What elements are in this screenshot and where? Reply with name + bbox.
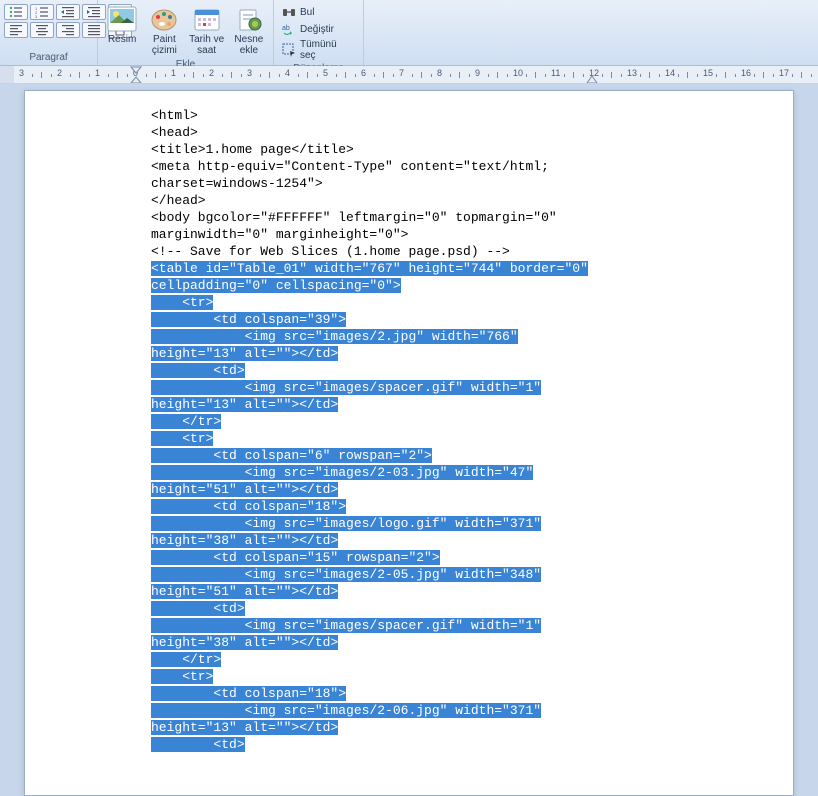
insert-object-button[interactable]: Nesne ekle [229, 2, 269, 58]
insert-object-label: Nesne ekle [229, 34, 269, 56]
page: <html><head><title>1.home page</title><m… [24, 90, 794, 796]
ribbon-group-edit: Bul ab Değiştir Tümünü seç Düzenleme [274, 0, 364, 65]
insert-picture-label: Resim [108, 34, 136, 45]
find-label: Bul [300, 7, 314, 18]
select-all-label: Tümünü seç [300, 39, 355, 61]
outdent-button[interactable] [56, 4, 80, 20]
align-left-button[interactable] [4, 22, 28, 38]
horizontal-ruler[interactable]: 32101234567891011121314151617 [0, 66, 818, 84]
find-button[interactable]: Bul [280, 4, 357, 20]
paint-drawing-label: Paint çizimi [144, 34, 184, 56]
replace-button[interactable]: ab Değiştir [280, 21, 357, 37]
binoculars-icon [282, 5, 296, 19]
document-text[interactable]: <html><head><title>1.home page</title><m… [25, 107, 793, 753]
svg-text:ab: ab [282, 25, 290, 32]
bullets-button[interactable] [4, 4, 28, 20]
picture-icon [106, 4, 138, 34]
insert-picture-button[interactable]: Resim [102, 2, 142, 47]
select-all-icon [282, 43, 296, 57]
paint-drawing-button[interactable]: Paint çizimi [144, 2, 184, 58]
replace-icon: ab [282, 22, 296, 36]
ribbon: 123 [0, 0, 818, 66]
ribbon-group-paragraph: 123 [0, 0, 98, 65]
align-center-button[interactable] [30, 22, 54, 38]
palette-icon [148, 4, 180, 34]
datetime-label: Tarih ve saat [187, 34, 227, 56]
numbering-button[interactable]: 123 [30, 4, 54, 20]
svg-text:3: 3 [35, 14, 38, 18]
group-label-paragraph: Paragraf [4, 51, 93, 65]
object-icon [233, 4, 265, 34]
document-area: <html><head><title>1.home page</title><m… [0, 84, 818, 796]
datetime-button[interactable]: Tarih ve saat [187, 2, 227, 58]
select-all-button[interactable]: Tümünü seç [280, 38, 357, 62]
ribbon-group-insert: Resim Paint çizimi Tarih ve saat Nesne e… [98, 0, 274, 65]
replace-label: Değiştir [300, 24, 334, 35]
calendar-icon [191, 4, 223, 34]
align-right-button[interactable] [56, 22, 80, 38]
